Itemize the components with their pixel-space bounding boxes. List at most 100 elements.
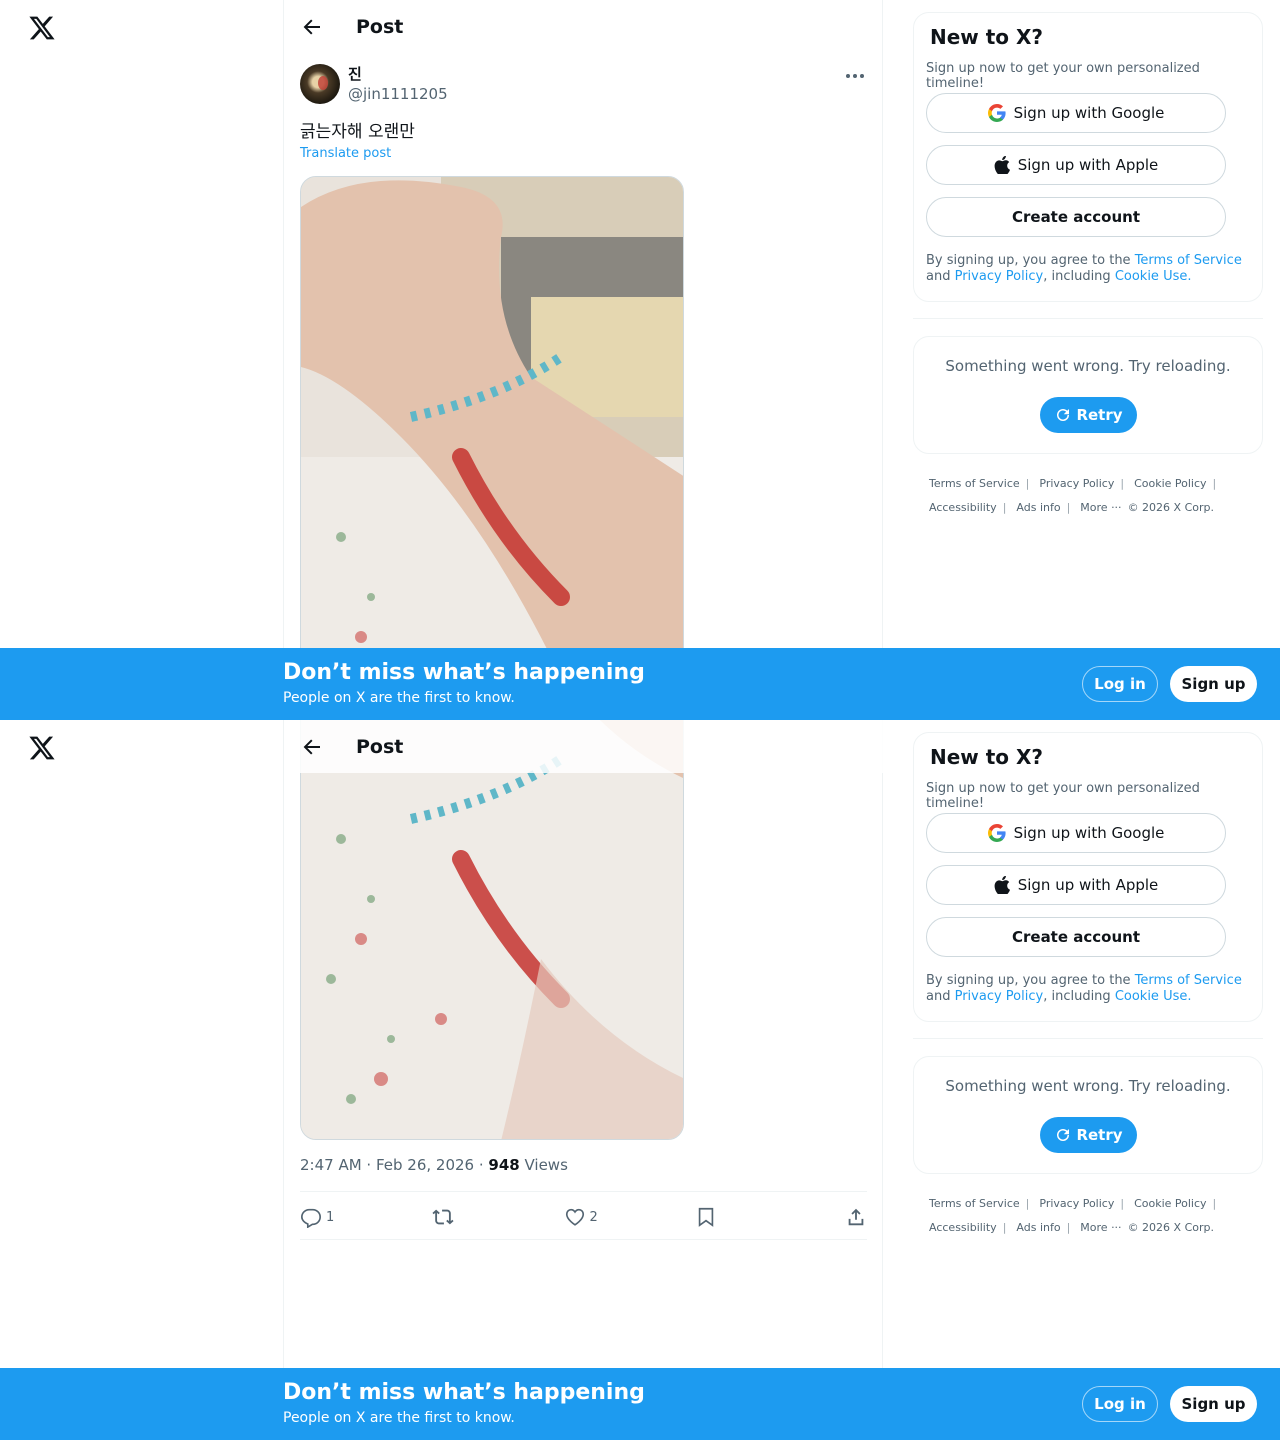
apple-icon xyxy=(994,876,1010,894)
back-arrow-icon[interactable] xyxy=(300,735,324,759)
new-to-x-subtitle: Sign up now to get your own personalized… xyxy=(926,61,1200,91)
login-button[interactable]: Log in xyxy=(1082,666,1158,702)
retry-button[interactable]: Retry xyxy=(1040,1117,1137,1153)
error-message: Something went wrong. Try reloading. xyxy=(945,1077,1231,1095)
post-header: Post xyxy=(284,720,883,773)
signup-button[interactable]: Sign up xyxy=(1170,1386,1257,1422)
footer-cookie[interactable]: Cookie Policy xyxy=(1134,477,1206,490)
main-column: Post 진 @jin1111205 긁는자해 오랜만 Translate po… xyxy=(283,0,883,720)
more-options-icon[interactable] xyxy=(843,66,867,86)
display-name[interactable]: 진 xyxy=(348,64,448,84)
sign-up-google-button[interactable]: Sign up with Google xyxy=(926,93,1226,133)
footer-terms[interactable]: Terms of Service xyxy=(929,1197,1020,1210)
footer-privacy[interactable]: Privacy Policy xyxy=(1039,1197,1114,1210)
signup-banner: Don’t miss what’s happening People on X … xyxy=(0,648,1280,720)
google-icon xyxy=(987,104,1006,122)
privacy-link[interactable]: Privacy Policy xyxy=(955,989,1044,1004)
views-label: Views xyxy=(519,1156,568,1174)
legal-text: By signing up, you agree to the Terms of… xyxy=(926,253,1242,284)
page-title: Post xyxy=(356,735,404,758)
like-count: 2 xyxy=(589,1209,598,1225)
terms-link[interactable]: Terms of Service xyxy=(1135,973,1242,988)
new-to-x-title: New to X? xyxy=(930,25,1044,49)
footer-links: Terms of Service | Privacy Policy | Cookie P… xyxy=(929,477,1217,514)
footer-terms[interactable]: Terms of Service xyxy=(929,477,1020,490)
post-text: 긁는자해 오랜만 xyxy=(300,122,415,142)
viewport-top: Post 진 @jin1111205 긁는자해 오랜만 Translate po… xyxy=(0,0,1280,720)
reply-icon xyxy=(301,1208,321,1228)
apple-label: Sign up with Apple xyxy=(1017,156,1159,174)
bookmark-icon xyxy=(699,1207,714,1227)
signup-button[interactable]: Sign up xyxy=(1170,666,1257,702)
google-icon xyxy=(987,824,1006,842)
translate-post-link[interactable]: Translate post xyxy=(300,146,391,161)
privacy-link[interactable]: Privacy Policy xyxy=(955,269,1044,284)
terms-link[interactable]: Terms of Service xyxy=(1135,253,1242,268)
sign-up-apple-button[interactable]: Sign up with Apple xyxy=(926,865,1226,905)
create-account-button[interactable]: Create account xyxy=(926,197,1226,237)
error-card: Something went wrong. Try reloading. Ret… xyxy=(913,1056,1263,1174)
signup-banner: Don’t miss what’s happening People on X … xyxy=(0,1368,1280,1440)
repost-icon xyxy=(432,1209,454,1225)
post-image[interactable] xyxy=(300,720,684,1140)
avatar[interactable] xyxy=(300,64,340,104)
refresh-icon xyxy=(1057,409,1070,421)
apple-icon xyxy=(994,156,1010,174)
footer-cookie[interactable]: Cookie Policy xyxy=(1134,1197,1206,1210)
google-label: Sign up with Google xyxy=(1013,104,1165,122)
banner-subtitle: People on X are the first to know. xyxy=(283,690,515,706)
sign-up-apple-button[interactable]: Sign up with Apple xyxy=(926,145,1226,185)
post-image[interactable] xyxy=(300,176,684,720)
footer-more[interactable]: More ··· xyxy=(1080,501,1121,514)
retry-button[interactable]: Retry xyxy=(1040,397,1137,433)
reply-button[interactable]: 1 xyxy=(300,1206,340,1228)
divider xyxy=(300,1239,867,1240)
bookmark-button[interactable] xyxy=(695,1206,735,1228)
apple-label: Sign up with Apple xyxy=(1017,876,1159,894)
footer-links: Terms of Service | Privacy Policy | Cookie P… xyxy=(929,1197,1217,1234)
post-meta: 2:47 AM · Feb 26, 2026 · 948 Views xyxy=(300,1156,568,1174)
banner-subtitle: People on X are the first to know. xyxy=(283,1410,515,1426)
like-button[interactable]: 2 xyxy=(564,1206,604,1228)
views-count: 948 xyxy=(488,1156,520,1174)
footer-copyright: © 2026 X Corp. xyxy=(1127,1221,1214,1234)
cookie-link[interactable]: Cookie Use. xyxy=(1115,989,1192,1004)
new-to-x-subtitle: Sign up now to get your own personalized… xyxy=(926,781,1200,811)
post-timestamp[interactable]: 2:47 AM · Feb 26, 2026 · xyxy=(300,1156,488,1174)
sign-up-google-button[interactable]: Sign up with Google xyxy=(926,813,1226,853)
footer-ads[interactable]: Ads info xyxy=(1016,501,1060,514)
create-account-button[interactable]: Create account xyxy=(926,917,1226,957)
footer-accessibility[interactable]: Accessibility xyxy=(929,501,997,514)
heart-icon xyxy=(565,1208,584,1226)
google-label: Sign up with Google xyxy=(1013,824,1165,842)
new-to-x-card: New to X? Sign up now to get your own pe… xyxy=(913,732,1263,1022)
login-button[interactable]: Log in xyxy=(1082,1386,1158,1422)
share-button[interactable] xyxy=(827,1206,867,1228)
post-actions: 1 2 xyxy=(300,1200,867,1234)
divider xyxy=(913,318,1263,319)
back-arrow-icon[interactable] xyxy=(300,15,324,39)
user-handle[interactable]: @jin1111205 xyxy=(348,84,448,104)
page-title: Post xyxy=(356,15,404,38)
footer-ads[interactable]: Ads info xyxy=(1016,1221,1060,1234)
x-logo-icon[interactable] xyxy=(28,14,56,42)
footer-more[interactable]: More ··· xyxy=(1080,1221,1121,1234)
error-message: Something went wrong. Try reloading. xyxy=(945,357,1231,375)
share-icon xyxy=(848,1208,864,1226)
new-to-x-title: New to X? xyxy=(930,745,1044,769)
post-author: 진 @jin1111205 xyxy=(300,64,867,104)
x-logo-icon[interactable] xyxy=(28,734,56,762)
new-to-x-card: New to X? Sign up now to get your own pe… xyxy=(913,12,1263,302)
refresh-icon xyxy=(1057,1129,1070,1141)
footer-copyright: © 2026 X Corp. xyxy=(1127,501,1214,514)
legal-text: By signing up, you agree to the Terms of… xyxy=(926,973,1242,1004)
divider xyxy=(913,1038,1263,1039)
cookie-link[interactable]: Cookie Use. xyxy=(1115,269,1192,284)
repost-button[interactable] xyxy=(432,1206,472,1228)
viewport-scrolled: Post 2:47 AM · Feb 26, 2026 · 948 Views … xyxy=(0,720,1280,1440)
post-header: Post xyxy=(284,0,883,53)
footer-accessibility[interactable]: Accessibility xyxy=(929,1221,997,1234)
banner-title: Don’t miss what’s happening xyxy=(283,660,645,685)
error-card: Something went wrong. Try reloading. Ret… xyxy=(913,336,1263,454)
footer-privacy[interactable]: Privacy Policy xyxy=(1039,477,1114,490)
